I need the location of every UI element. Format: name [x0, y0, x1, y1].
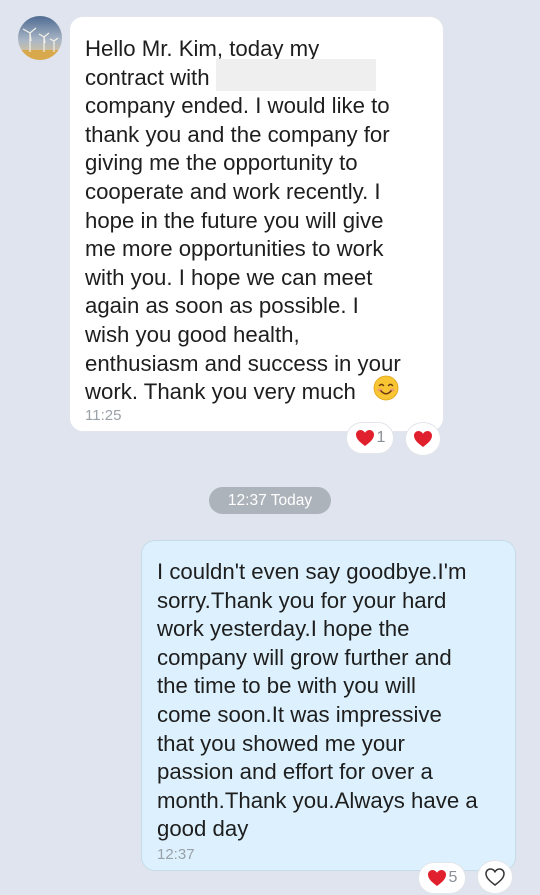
heart-icon — [413, 430, 433, 448]
incoming-message-time: 11:25 — [85, 407, 122, 424]
heart-icon — [427, 869, 447, 887]
heart-icon — [355, 429, 375, 447]
outgoing-message-time: 12:37 — [157, 846, 195, 863]
incoming-message-bubble[interactable]: Hello Mr. Kim, today my contract with co… — [69, 16, 444, 432]
incoming-heart-reaction[interactable]: 1 — [346, 422, 394, 454]
date-separator: 12:37 Today — [209, 487, 331, 514]
outgoing-message-bubble[interactable]: I couldn't even say goodbye.I'm sorry.Th… — [141, 540, 516, 871]
outgoing-reaction-count: 5 — [448, 869, 458, 886]
heart-outline-icon — [485, 868, 505, 886]
contact-avatar[interactable] — [18, 16, 62, 60]
outgoing-message-text: I couldn't even say goodbye.I'm sorry.Th… — [157, 559, 478, 842]
outgoing-add-reaction-button[interactable] — [477, 860, 513, 894]
incoming-add-heart-button[interactable] — [405, 422, 441, 456]
outgoing-heart-reaction[interactable]: 5 — [418, 862, 466, 894]
incoming-reaction-count: 1 — [376, 429, 386, 446]
smiling-face-icon — [373, 375, 399, 401]
redacted-name-block — [216, 59, 376, 91]
